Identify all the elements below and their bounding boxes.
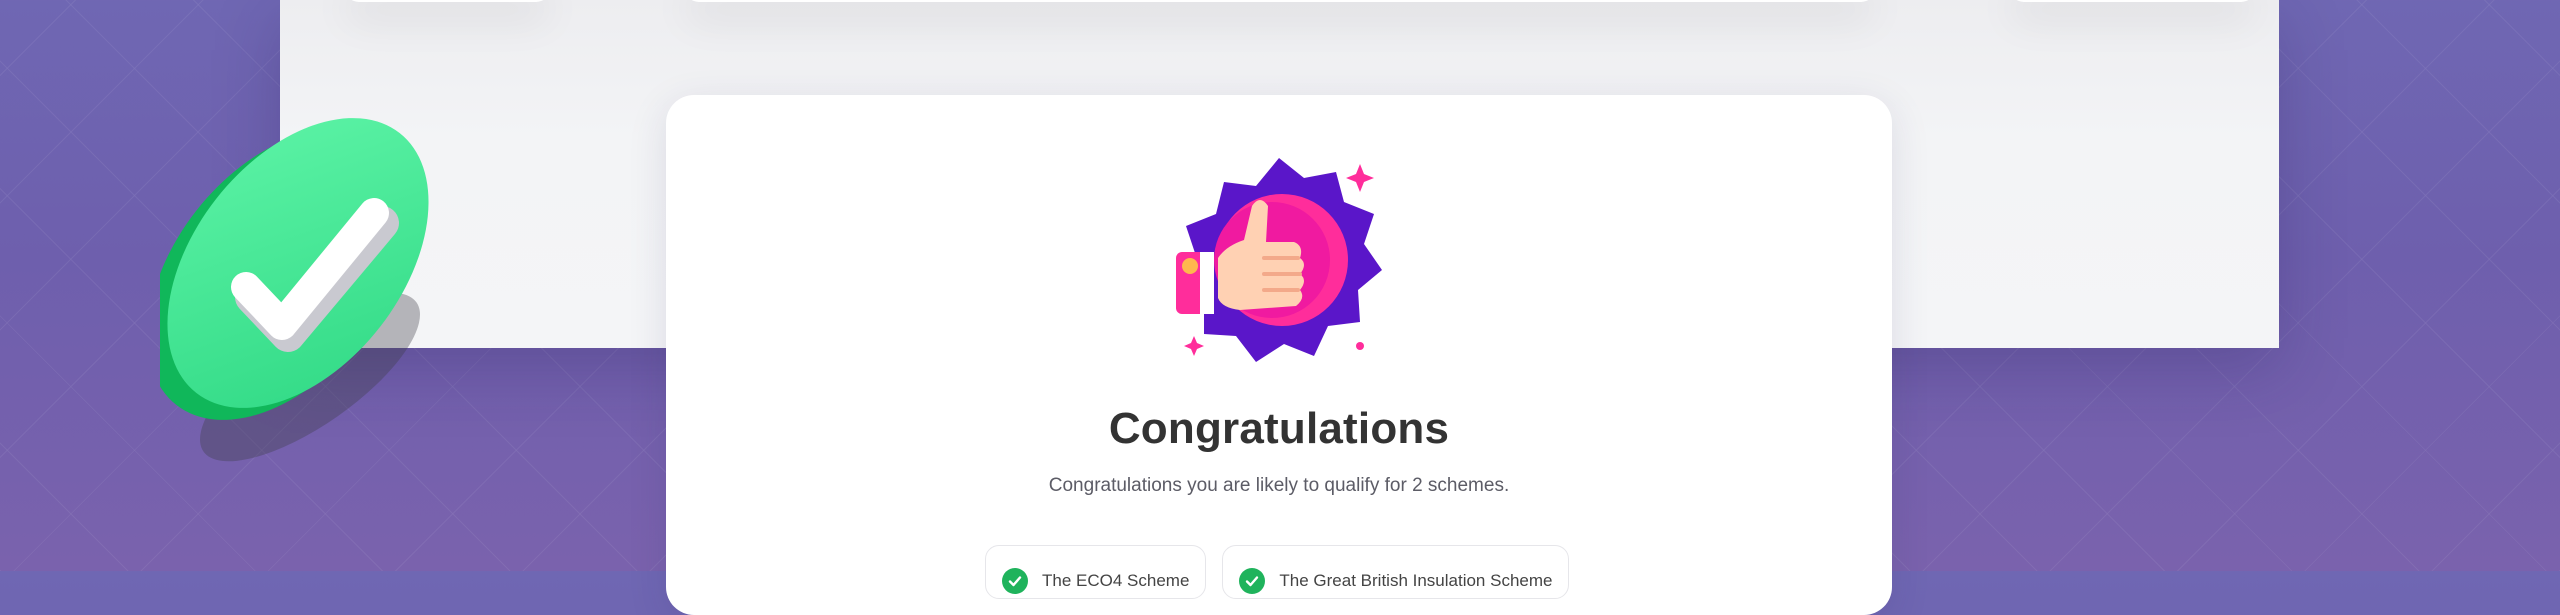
scheme-label: The ECO4 Scheme bbox=[1042, 571, 1190, 590]
page-subtitle: Congratulations you are likely to qualif… bbox=[1048, 475, 1510, 496]
scheme-chip-eco4: The ECO4 Scheme bbox=[985, 545, 1207, 599]
background-card-top bbox=[2010, 0, 2255, 2]
scheme-chips: The ECO4 Scheme The Great British Insula… bbox=[985, 545, 1570, 599]
green-check-icon bbox=[160, 118, 429, 462]
scheme-chip-gbis: The Great British Insulation Scheme bbox=[1222, 545, 1570, 599]
check-circle-icon bbox=[1002, 568, 1028, 594]
check-circle-icon bbox=[1239, 568, 1266, 594]
background-card-top bbox=[345, 0, 550, 2]
page-title: Congratulations bbox=[1108, 404, 1450, 453]
background-card-top bbox=[685, 0, 1875, 2]
thumbs-up-badge-icon bbox=[1176, 158, 1382, 362]
scheme-label: The Great British Insulation Scheme bbox=[1279, 571, 1553, 590]
